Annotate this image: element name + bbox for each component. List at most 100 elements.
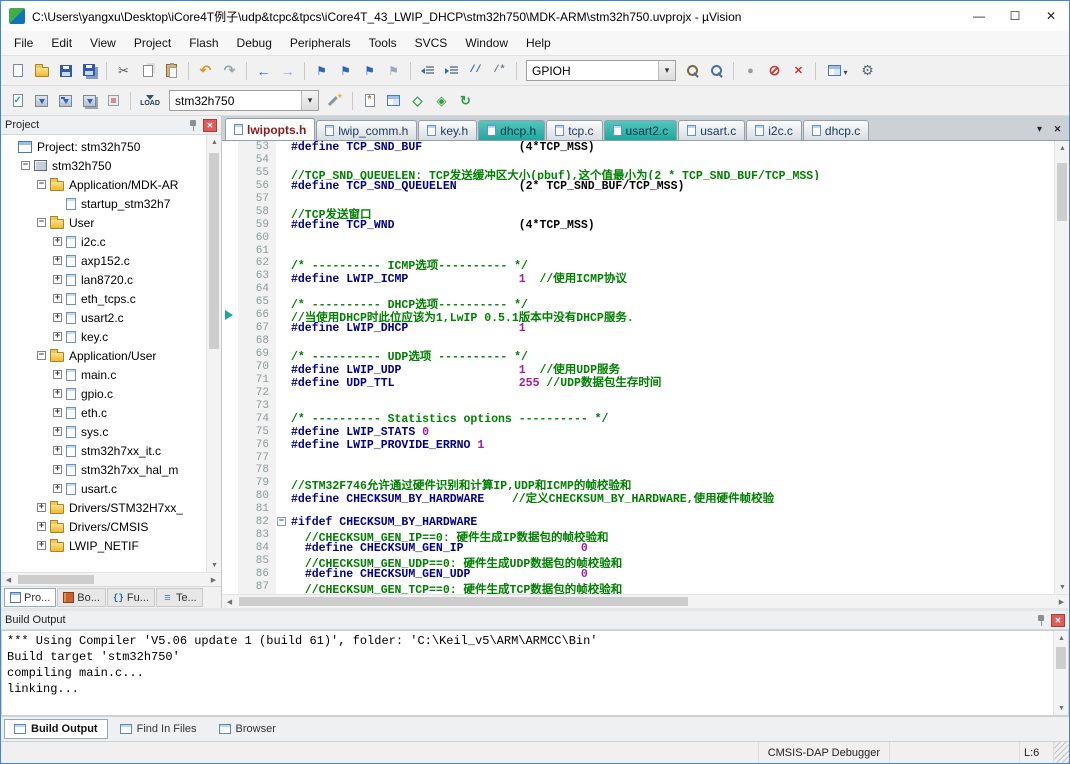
navigate-forward-icon[interactable]	[276, 59, 299, 82]
next-bookmark-icon[interactable]	[358, 59, 381, 82]
code-line[interactable]: 75#define LWIP_STATS 0	[222, 426, 1054, 439]
tree-expander-icon[interactable]: +	[53, 275, 62, 284]
scroll-up-icon[interactable]	[1054, 631, 1069, 645]
code-line[interactable]: 55//TCP_SND_QUEUELEN: TCP发送缓冲区大小(pbuf),这…	[222, 167, 1054, 180]
tree-item[interactable]: +eth.c	[1, 403, 206, 422]
build-icon[interactable]	[30, 89, 53, 112]
tree-expander-icon[interactable]: +	[53, 389, 62, 398]
bottom-tab-build-output[interactable]: Build Output	[4, 719, 108, 739]
code-line[interactable]: 86 #define CHECKSUM_GEN_UDP 0	[222, 568, 1054, 581]
chevron-down-icon[interactable]	[301, 91, 318, 110]
bottom-tab-find-in-files[interactable]: Find In Files	[110, 719, 207, 739]
code-line[interactable]: 63#define LWIP_ICMP 1 //使用ICMP协议	[222, 270, 1054, 283]
resize-grip[interactable]	[1054, 742, 1069, 763]
tree-item[interactable]: +stm32h7xx_hal_m	[1, 460, 206, 479]
code-line[interactable]: 74/* ---------- Statistics options -----…	[222, 413, 1054, 426]
menu-debug[interactable]: Debug	[228, 33, 281, 53]
editor-tab-lwipopts-h[interactable]: lwipopts.h	[225, 118, 315, 140]
scroll-left-icon[interactable]	[1, 573, 16, 587]
tree-expander-icon[interactable]: +	[53, 484, 62, 493]
tree-item[interactable]: +eth_tcps.c	[1, 289, 206, 308]
tree-expander-icon[interactable]: +	[53, 446, 62, 455]
code-line[interactable]: 87 //CHECKSUM_GEN_TCP==0: 硬件生成TCP数据包的帧校验…	[222, 581, 1054, 594]
find-icon[interactable]	[705, 59, 728, 82]
tree-expander-icon[interactable]: +	[37, 503, 46, 512]
code-line[interactable]: 58//TCP发送窗口	[222, 206, 1054, 219]
menu-file[interactable]: File	[5, 33, 42, 53]
undo-icon[interactable]	[194, 59, 217, 82]
disable-breakpoint-icon[interactable]	[763, 59, 786, 82]
editor-tab-lwip_comm-h[interactable]: lwip_comm.h	[316, 120, 417, 140]
code-line[interactable]: 59#define TCP_WND (4*TCP_MSS)	[222, 219, 1054, 232]
scroll-down-icon[interactable]	[1054, 701, 1069, 715]
tree-item[interactable]: −stm32h750	[1, 156, 206, 175]
tree-item[interactable]: +Drivers/CMSIS	[1, 517, 206, 536]
code-line[interactable]: 85 //CHECKSUM_GEN_UDP==0: 硬件生成UDP数据包的帧校验…	[222, 555, 1054, 568]
batch-build-icon[interactable]	[78, 89, 101, 112]
maximize-button[interactable]: ☐	[997, 1, 1033, 31]
menu-tools[interactable]: Tools	[360, 33, 406, 53]
tree-item[interactable]: Project: stm32h750	[1, 137, 206, 156]
scroll-track[interactable]	[16, 573, 206, 586]
tree-item[interactable]: startup_stm32h7	[1, 194, 206, 213]
scroll-right-icon[interactable]	[206, 573, 221, 587]
tree-expander-icon[interactable]: +	[53, 256, 62, 265]
window-layout-icon[interactable]	[821, 59, 855, 82]
tree-item[interactable]: +usart.c	[1, 479, 206, 498]
code-line[interactable]: 54	[222, 154, 1054, 167]
uncomment-selection-icon[interactable]	[488, 59, 511, 82]
code-line[interactable]: 72	[222, 387, 1054, 400]
menu-flash[interactable]: Flash	[180, 33, 227, 53]
translate-icon[interactable]	[6, 89, 29, 112]
redo-icon[interactable]	[218, 59, 241, 82]
code-line[interactable]: 83 //CHECKSUM_GEN_IP==0: 硬件生成IP数据包的帧校验和	[222, 529, 1054, 542]
menu-svcs[interactable]: SVCS	[406, 33, 457, 53]
tree-item[interactable]: +stm32h7xx_it.c	[1, 441, 206, 460]
editor-tab-dhcp-c[interactable]: dhcp.c	[803, 120, 869, 140]
editor-tab-i2c-c[interactable]: i2c.c	[746, 120, 802, 140]
scroll-thumb[interactable]	[1057, 163, 1067, 221]
panel-tab-bo[interactable]: Bo...	[57, 588, 106, 607]
code-line[interactable]: 60	[222, 232, 1054, 245]
close-panel-icon[interactable]	[203, 119, 217, 132]
code-line[interactable]: 66//当使用DHCP时此位应该为1,LwIP 0.5.1版本中没有DHCP服务…	[222, 309, 1054, 322]
code-line[interactable]: 78	[222, 464, 1054, 477]
paste-icon[interactable]	[160, 59, 183, 82]
close-file-icon[interactable]	[1050, 122, 1065, 137]
code-line[interactable]: 71#define UDP_TTL 255 //UDP数据包生存时间	[222, 374, 1054, 387]
toggle-breakpoint-icon[interactable]	[739, 59, 762, 82]
project-tree-hscrollbar[interactable]	[1, 572, 221, 586]
stop-build-icon[interactable]	[102, 89, 125, 112]
code-line[interactable]: 64	[222, 283, 1054, 296]
tree-expander-icon[interactable]: +	[53, 370, 62, 379]
bottom-tab-browser[interactable]: Browser	[209, 719, 286, 739]
code-line[interactable]: 79//STM32F746允许通过硬件识别和计算IP,UDP和ICMP的帧校验和	[222, 477, 1054, 490]
menu-peripherals[interactable]: Peripherals	[281, 33, 360, 53]
menu-project[interactable]: Project	[125, 33, 180, 53]
editor-tab-usart-c[interactable]: usart.c	[678, 120, 745, 140]
outdent-icon[interactable]	[416, 59, 439, 82]
scroll-track[interactable]	[207, 149, 221, 558]
editor-tab-key-h[interactable]: key.h	[418, 120, 477, 140]
code-line[interactable]: 73	[222, 400, 1054, 413]
code-line[interactable]: 62/* ---------- ICMP选项---------- */	[222, 257, 1054, 270]
cut-icon[interactable]	[112, 59, 135, 82]
tree-item[interactable]: +i2c.c	[1, 232, 206, 251]
environment-icon[interactable]	[382, 89, 405, 112]
build-output-text[interactable]: *** Using Compiler 'V5.06 update 1 (buil…	[2, 631, 1053, 715]
tree-expander-icon[interactable]: +	[53, 408, 62, 417]
target-combo[interactable]: stm32h750	[169, 90, 319, 111]
clear-bookmarks-icon[interactable]	[382, 59, 405, 82]
kill-all-breakpoints-icon[interactable]	[787, 59, 810, 82]
tree-expander-icon[interactable]: +	[53, 313, 62, 322]
scroll-up-icon[interactable]	[1055, 141, 1070, 155]
tree-item[interactable]: +gpio.c	[1, 384, 206, 403]
code-line[interactable]: 84 #define CHECKSUM_GEN_IP 0	[222, 542, 1054, 555]
find-in-files-icon[interactable]	[681, 59, 704, 82]
tree-item[interactable]: +key.c	[1, 327, 206, 346]
scroll-down-icon[interactable]	[1055, 580, 1070, 594]
panel-tab-fu[interactable]: Fu...	[107, 588, 155, 607]
tree-item[interactable]: +sys.c	[1, 422, 206, 441]
copy-icon[interactable]	[136, 59, 159, 82]
menu-view[interactable]: View	[81, 33, 125, 53]
